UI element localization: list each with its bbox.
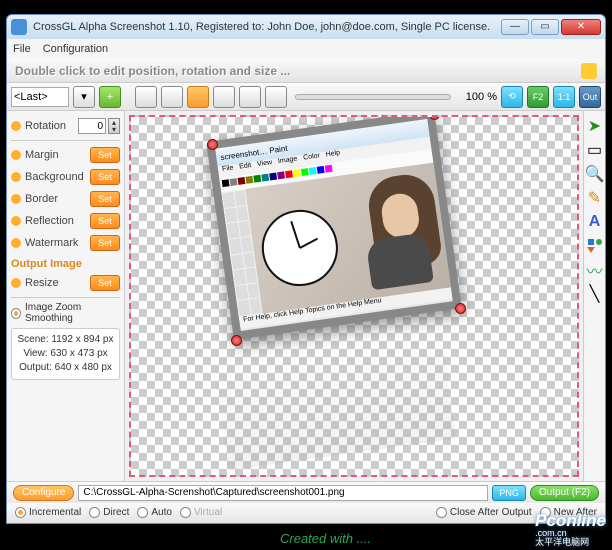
mode-virtual[interactable]: Virtual xyxy=(180,507,222,518)
mode-incremental[interactable]: Incremental xyxy=(15,507,81,518)
set-reflection-button[interactable]: Set xyxy=(90,213,120,229)
prop-reflection[interactable]: ReflectionSet xyxy=(11,210,120,232)
zoom-smoothing-check[interactable]: Image Zoom Smoothing xyxy=(11,302,120,324)
transform-handle-bl[interactable] xyxy=(231,335,242,346)
tool-btn-3[interactable] xyxy=(187,86,209,108)
app-window: CrossGL Alpha Screenshot 1.10, Registere… xyxy=(6,14,606,524)
watermark-text: Created with .... xyxy=(280,531,371,546)
maximize-button[interactable]: ▭ xyxy=(531,19,559,35)
prop-border[interactable]: BorderSet xyxy=(11,188,120,210)
tool-btn-4[interactable] xyxy=(213,86,235,108)
zoom-percent: 100 % xyxy=(459,91,497,103)
embedded-image xyxy=(245,163,451,314)
prop-rotation[interactable]: Rotation ▴▾ xyxy=(11,115,120,137)
size-info: Scene: 1192 x 894 px View: 630 x 473 px … xyxy=(11,328,120,380)
prop-margin[interactable]: MarginSet xyxy=(11,144,120,166)
window-title: CrossGL Alpha Screenshot 1.10, Registere… xyxy=(33,21,501,33)
prop-background[interactable]: BackgroundSet xyxy=(11,166,120,188)
properties-panel: Rotation ▴▾ MarginSet BackgroundSet Bord… xyxy=(7,111,125,481)
tool-btn-2[interactable] xyxy=(161,86,183,108)
marker-tool-icon[interactable]: 〰 xyxy=(586,261,604,279)
close-after-output[interactable]: Close After Output xyxy=(436,507,532,518)
reset-view-button[interactable]: ⟲ xyxy=(501,86,523,108)
line-tool-icon[interactable]: ╲ xyxy=(586,285,604,303)
minimize-button[interactable]: — xyxy=(501,19,529,35)
clock-graphic xyxy=(257,205,343,291)
menu-file[interactable]: File xyxy=(13,43,31,55)
output-image-title: Output Image xyxy=(11,258,120,270)
spin-buttons[interactable]: ▴▾ xyxy=(108,118,120,134)
prop-resize[interactable]: ResizeSet xyxy=(11,272,120,294)
set-margin-button[interactable]: Set xyxy=(90,147,120,163)
oneone-button[interactable]: 1:1 xyxy=(553,86,575,108)
site-logo: Pconline.com.cn 太平洋电脑网 xyxy=(535,511,606,548)
output-bar: Configure C:\CrossGL-Alpha-Screnshot\Cap… xyxy=(7,481,605,503)
text-tool-icon[interactable]: A xyxy=(586,213,604,231)
preview-canvas[interactable]: screenshot… Paint FileEditViewImageColor… xyxy=(129,115,579,477)
transform-handle-br[interactable] xyxy=(455,303,466,314)
bullet-icon xyxy=(11,121,21,131)
embedded-screenshot[interactable]: screenshot… Paint FileEditViewImageColor… xyxy=(206,115,462,340)
hint-bar: Double click to edit position, rotation … xyxy=(7,59,605,83)
set-watermark-button[interactable]: Set xyxy=(90,235,120,251)
preset-select[interactable] xyxy=(11,87,69,107)
reflection-graphic xyxy=(212,320,456,471)
main-toolbar: ▾ + 100 % ⟲ F2 1:1 Out xyxy=(7,83,605,111)
tool-btn-5[interactable] xyxy=(239,86,261,108)
pointer-tool-icon[interactable]: ➤ xyxy=(586,117,604,135)
prop-watermark[interactable]: WatermarkSet xyxy=(11,232,120,254)
output-button[interactable]: Output (F2) xyxy=(530,485,599,501)
tool-btn-6[interactable] xyxy=(265,86,287,108)
crop-tool-icon[interactable]: ▭ xyxy=(586,141,604,159)
pencil-tool-icon[interactable]: ✎ xyxy=(586,189,604,207)
tool-btn-1[interactable] xyxy=(135,86,157,108)
person-graphic xyxy=(347,171,447,292)
set-border-button[interactable]: Set xyxy=(90,191,120,207)
shapes-tool-icon[interactable] xyxy=(586,237,604,255)
f2-button[interactable]: F2 xyxy=(527,86,549,108)
zoom-slider[interactable] xyxy=(295,94,451,100)
transform-handle-tl[interactable] xyxy=(207,139,218,150)
menu-configuration[interactable]: Configuration xyxy=(43,43,108,55)
bell-icon[interactable] xyxy=(581,63,597,79)
close-button[interactable]: ✕ xyxy=(561,19,601,35)
set-resize-button[interactable]: Set xyxy=(90,275,120,291)
app-icon xyxy=(11,19,27,35)
hint-text: Double click to edit position, rotation … xyxy=(15,64,290,78)
configure-button[interactable]: Configure xyxy=(13,485,74,501)
status-bar: Incremental Direct Auto Virtual Close Af… xyxy=(7,503,605,523)
preset-down-button[interactable]: ▾ xyxy=(73,86,95,108)
right-toolbar: ➤ ▭ 🔍 ✎ A 〰 ╲ xyxy=(583,111,605,481)
rotation-input[interactable] xyxy=(78,118,106,134)
out-button[interactable]: Out xyxy=(579,86,601,108)
mode-auto[interactable]: Auto xyxy=(137,507,172,518)
output-path[interactable]: C:\CrossGL-Alpha-Screnshot\Captured\scre… xyxy=(78,485,488,501)
menu-bar: File Configuration xyxy=(7,39,605,59)
zoom-tool-icon[interactable]: 🔍 xyxy=(586,165,604,183)
format-button[interactable]: PNG xyxy=(492,485,526,501)
titlebar[interactable]: CrossGL Alpha Screenshot 1.10, Registere… xyxy=(7,15,605,39)
add-preset-button[interactable]: + xyxy=(99,86,121,108)
set-background-button[interactable]: Set xyxy=(90,169,120,185)
mode-direct[interactable]: Direct xyxy=(89,507,129,518)
